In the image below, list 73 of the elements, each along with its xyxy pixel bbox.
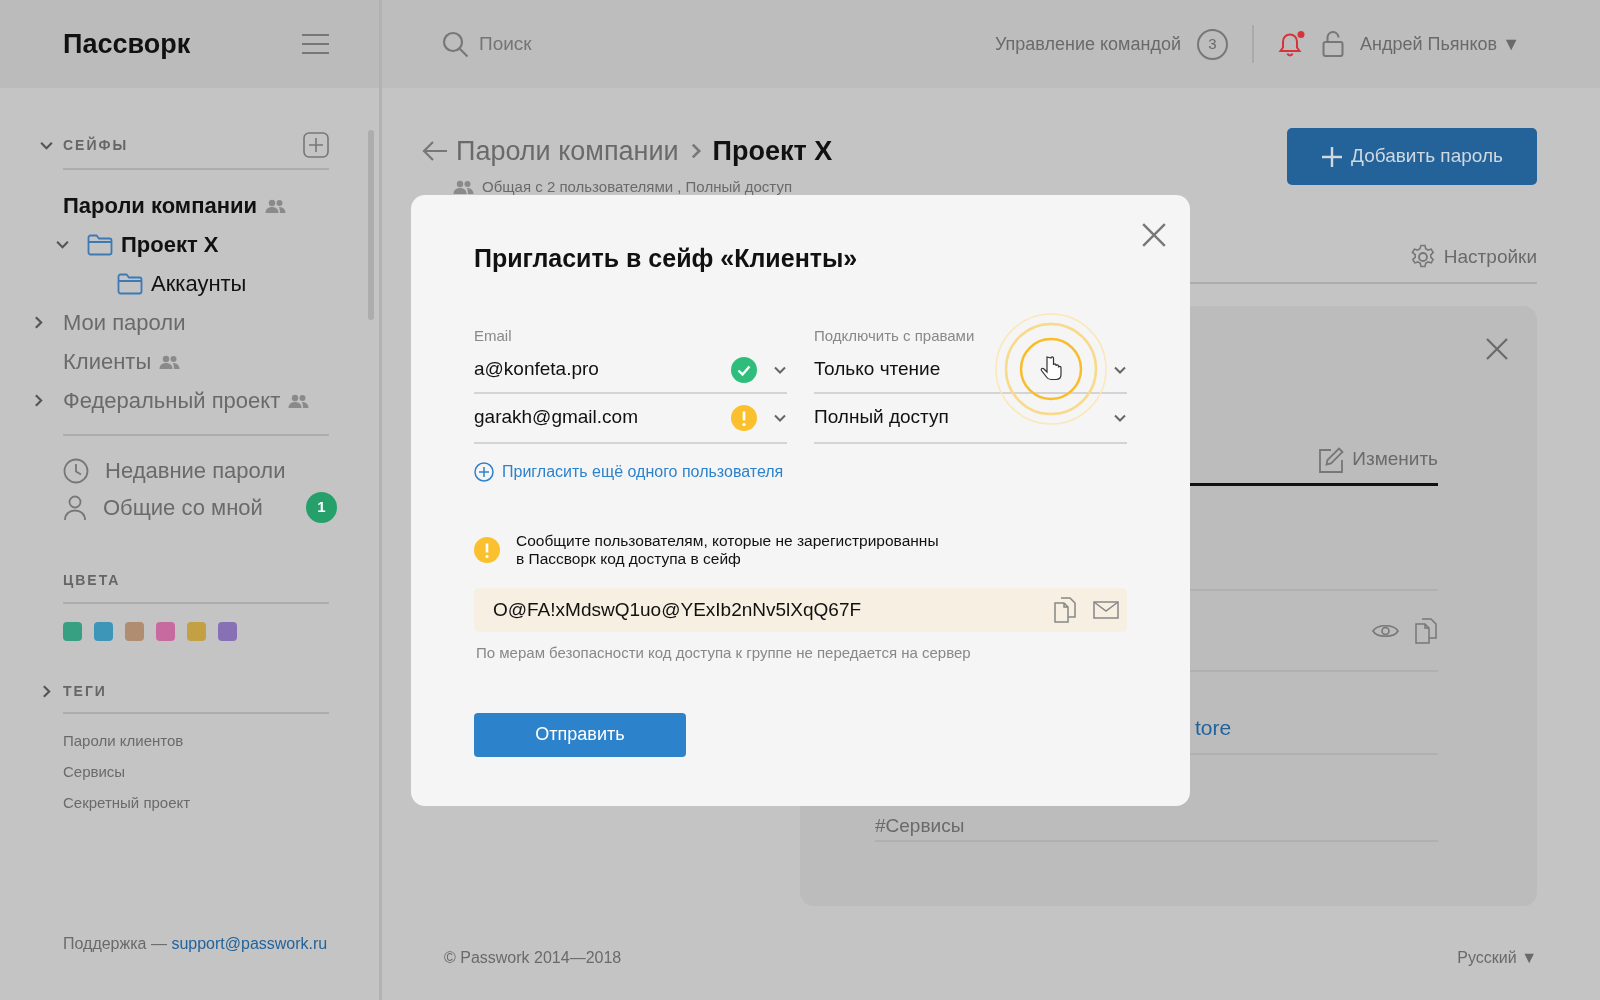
add-password-button[interactable]: Добавить пароль [1287, 128, 1537, 185]
warning-icon [474, 537, 500, 564]
edit-link[interactable]: Изменить [1352, 444, 1438, 473]
support-link[interactable]: support@passwork.ru [171, 935, 328, 952]
user-menu[interactable]: Андрей Пьянков ▼ [1360, 30, 1520, 58]
people-icon [288, 393, 310, 408]
tag-item[interactable]: Пароли клиентов [63, 730, 184, 753]
email-field[interactable]: a@konfeta.pro [474, 347, 787, 394]
close-icon[interactable] [1141, 222, 1167, 248]
email-field[interactable]: garakh@gmail.com [474, 393, 787, 444]
copy-icon [1054, 597, 1077, 624]
section-header[interactable]: СЕЙФЫ [63, 134, 129, 156]
tag-item[interactable]: Секретный проект [63, 792, 191, 815]
folder-icon [87, 233, 113, 256]
tree-item[interactable]: Аккаунты [151, 267, 247, 300]
tree-item[interactable]: Федеральный проект [63, 384, 281, 417]
color-swatch[interactable] [63, 622, 82, 641]
nav-item[interactable]: Общие со мной [103, 491, 263, 524]
bell-icon[interactable] [1278, 30, 1306, 58]
plus-circle-icon[interactable] [474, 461, 494, 482]
color-swatch[interactable] [218, 622, 237, 641]
breadcrumb-current: Проект X [712, 135, 833, 168]
nav-item[interactable]: Недавние пароли [105, 454, 286, 487]
plus-icon [1321, 145, 1344, 168]
link-text[interactable]: tore [1195, 711, 1232, 744]
tag-text: #Сервисы [875, 813, 965, 838]
person-icon [63, 494, 87, 521]
dialog-title: Пригласить в сейф «Клиенты» [474, 243, 859, 273]
section-header[interactable]: ТЕГИ [63, 681, 107, 702]
search-icon [442, 30, 469, 58]
rights-dropdown[interactable]: Полный доступ [814, 393, 1127, 444]
menu-icon[interactable] [302, 33, 329, 55]
team-link[interactable]: Управление командой [994, 30, 1181, 58]
back-arrow-icon[interactable] [422, 140, 448, 163]
color-swatch[interactable] [156, 622, 175, 641]
folder-icon [117, 272, 143, 295]
copyright: © Passwork 2014—2018 [444, 948, 622, 968]
color-swatch[interactable] [187, 622, 206, 641]
team-count: 3 [1197, 28, 1228, 60]
breadcrumb-link[interactable]: Пароли компании [456, 131, 679, 172]
field-label: Подключить с правами [814, 326, 976, 346]
edit-icon[interactable] [1318, 447, 1345, 473]
tree-item[interactable]: Клиенты [63, 345, 152, 378]
language-selector[interactable]: Русский ▼ [1457, 946, 1537, 970]
field-label: Email [474, 326, 513, 346]
section-header: ЦВЕТА [63, 572, 121, 588]
mail-icon[interactable] [1093, 601, 1119, 620]
color-swatch[interactable] [125, 622, 144, 641]
close-icon[interactable] [1485, 336, 1509, 361]
share-info: Общая с 2 пользователями , Полный доступ [482, 176, 792, 197]
access-code-field[interactable]: O@FA!xMdswQ1uo@YExIb2nNv5lXqQ67F [474, 588, 1127, 633]
search-field[interactable]: Поиск [477, 28, 777, 60]
clock-icon [63, 457, 89, 484]
tree-item[interactable]: Пароли компании [63, 189, 257, 222]
color-swatch[interactable] [94, 622, 113, 641]
gear-icon[interactable] [1409, 244, 1436, 270]
logo[interactable]: Пассворк [63, 23, 191, 65]
copy-icon [1415, 617, 1438, 644]
people-icon [265, 198, 286, 213]
support-label: Поддержка — [63, 935, 167, 952]
warning-text: Сообщите пользователям, которые не зарегистрированны в Пассворк код доступа в сейф [516, 531, 939, 570]
count-badge: 1 [306, 492, 337, 523]
tree-item[interactable]: Проект X [121, 228, 219, 261]
send-button[interactable]: Отправить [474, 712, 686, 757]
invite-more-link[interactable]: Пригласить ещё одного пользователя [502, 459, 784, 484]
tag-item[interactable]: Сервисы [63, 761, 126, 784]
lock-icon[interactable] [1322, 30, 1344, 58]
tree-item[interactable]: Мои пароли [63, 306, 186, 339]
settings-link[interactable]: Настройки [1443, 242, 1537, 272]
people-icon [453, 179, 474, 194]
security-note: По мерам безопасности код доступа к группе не передается на сервер [475, 643, 972, 664]
people-icon [159, 354, 181, 369]
add-icon[interactable] [303, 132, 329, 158]
